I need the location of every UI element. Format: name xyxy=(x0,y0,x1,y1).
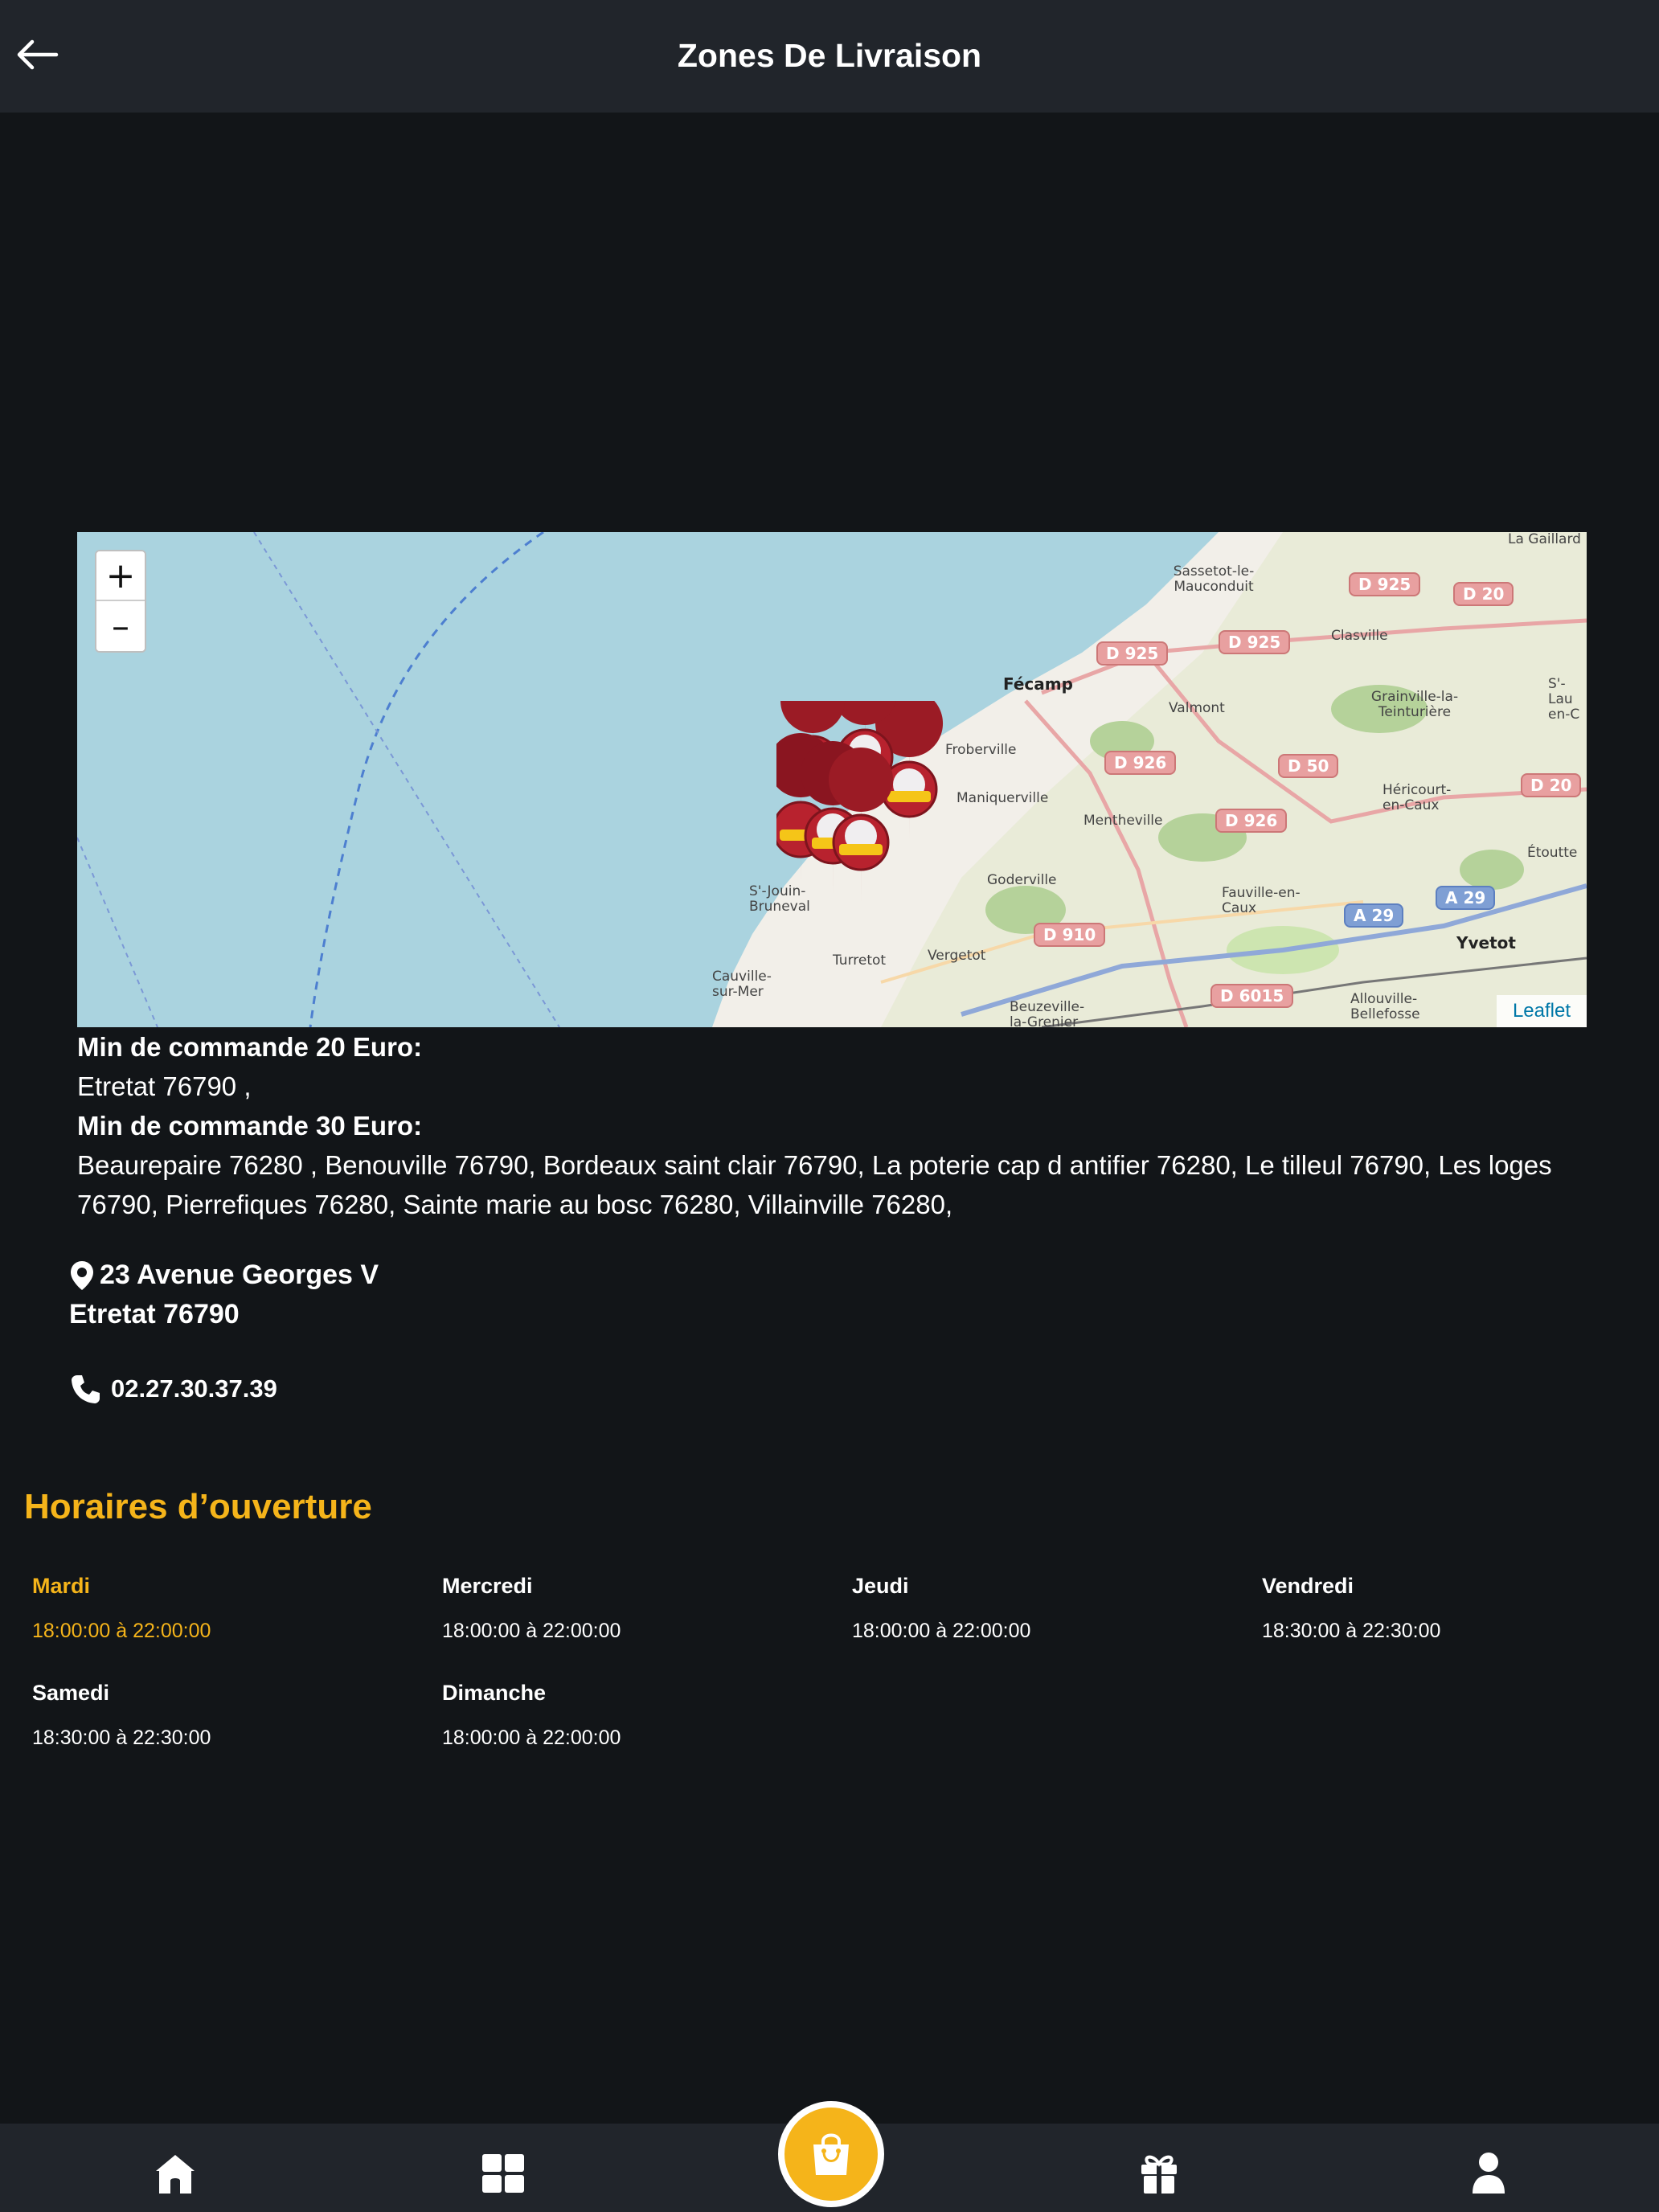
day-time: 18:00:00 à 22:00:00 xyxy=(32,1620,211,1642)
map-place-label: Vergetot xyxy=(928,948,986,964)
page-title: Zones De Livraison xyxy=(677,37,982,74)
phone-icon xyxy=(72,1375,100,1403)
day-hours: Dimanche 18:00:00 à 22:00:00 xyxy=(442,1681,828,1750)
restaurant-address: 23 Avenue Georges V Etretat 76790 xyxy=(69,1256,379,1334)
day-hours: Mardi 18:00:00 à 22:00:00 xyxy=(32,1574,418,1643)
map-place-label: Beuzeville-la-Grenier xyxy=(1010,999,1085,1028)
day-time: 18:00:00 à 22:00:00 xyxy=(442,1620,621,1642)
day-name: Dimanche xyxy=(442,1681,547,1705)
phone-link[interactable]: 02.27.30.37.39 xyxy=(69,1373,277,1405)
nav-home[interactable] xyxy=(150,2148,201,2199)
day-hours: Mercredi 18:00:00 à 22:00:00 xyxy=(442,1574,828,1643)
delivery-map[interactable]: La Gaillard Sassetot-le-Mauconduit Clasv… xyxy=(77,532,1587,1027)
map-place-label: Turretot xyxy=(833,952,887,969)
nav-menu[interactable] xyxy=(477,2148,529,2199)
map-place-label: Fauville-en-Caux xyxy=(1222,885,1301,916)
address-line-2: Etretat 76790 xyxy=(69,1299,240,1329)
map-place-label: S'-Lau en-C xyxy=(1548,676,1580,723)
user-icon xyxy=(1473,2153,1505,2194)
map-place-label: Sassetot-le-Mauconduit xyxy=(1173,563,1255,595)
road-shield: D 50 xyxy=(1278,754,1339,778)
day-name: Mercredi xyxy=(442,1574,533,1598)
map-place-label: Clasville xyxy=(1331,628,1388,644)
map-place-label: Allouville-Bellefosse xyxy=(1350,991,1420,1022)
day-hours: Vendredi 18:30:00 à 22:30:00 xyxy=(1262,1574,1648,1643)
road-shield: D 910 xyxy=(1034,923,1106,947)
address-line-1: 23 Avenue Georges V xyxy=(100,1260,379,1290)
road-shield: D 20 xyxy=(1453,582,1514,606)
map-place-label: Valmont xyxy=(1169,700,1225,716)
zone-min-order-title: Min de commande 20 Euro: xyxy=(77,1032,423,1062)
zone-towns: Etretat 76790 , xyxy=(77,1071,252,1101)
day-time: 18:00:00 à 22:00:00 xyxy=(852,1620,1031,1642)
road-shield: D 925 xyxy=(1219,630,1291,654)
road-shield: D 926 xyxy=(1215,809,1288,833)
opening-hours-title: Horaires d’ouverture xyxy=(24,1487,372,1526)
map-place-label: Fécamp xyxy=(1003,674,1073,694)
pizza-presto-marker-icon[interactable] xyxy=(776,701,969,910)
map-place-label: Maniquerville xyxy=(956,790,1049,806)
home-icon xyxy=(156,2155,195,2194)
map-place-label: Grainville-la-Teinturière xyxy=(1370,689,1459,720)
day-name: Mardi xyxy=(32,1574,91,1598)
map-place-label: Yvetot xyxy=(1456,933,1516,952)
zoom-out-button[interactable]: – xyxy=(96,601,145,651)
day-hours: Samedi 18:30:00 à 22:30:00 xyxy=(32,1681,418,1750)
day-name: Vendredi xyxy=(1262,1574,1354,1598)
grid-icon xyxy=(482,2154,524,2193)
zone-towns: Beaurepaire 76280 , Benouville 76790, Bo… xyxy=(77,1150,1552,1219)
map-place-label: Mentheville xyxy=(1083,813,1163,829)
cart-button[interactable] xyxy=(778,2101,884,2207)
gift-icon xyxy=(1141,2155,1177,2194)
map-place-label: Héricourt-en-Caux xyxy=(1382,782,1452,813)
shopping-bag-icon xyxy=(813,2133,849,2175)
road-shield: A 29 xyxy=(1344,903,1404,928)
road-shield: D 925 xyxy=(1349,572,1421,596)
top-bar: Zones De Livraison xyxy=(0,0,1659,113)
day-time: 18:00:00 à 22:00:00 xyxy=(442,1727,621,1749)
map-place-label: Goderville xyxy=(987,872,1057,888)
map-place-label: Cauville-sur-Mer xyxy=(712,969,772,1000)
day-hours: Jeudi 18:00:00 à 22:00:00 xyxy=(852,1574,1238,1643)
day-time: 18:30:00 à 22:30:00 xyxy=(1262,1620,1441,1642)
road-shield: D 926 xyxy=(1104,751,1177,775)
day-name: Samedi xyxy=(32,1681,110,1705)
nav-profile[interactable] xyxy=(1463,2148,1514,2199)
day-name: Jeudi xyxy=(852,1574,909,1598)
map-place-label: Étoutte xyxy=(1527,845,1578,861)
day-time: 18:30:00 à 22:30:00 xyxy=(32,1727,211,1749)
map-place-label: La Gaillard xyxy=(1508,532,1581,547)
location-pin-icon xyxy=(71,1260,93,1290)
map-attribution-link[interactable]: Leaflet xyxy=(1496,995,1587,1027)
nav-rewards[interactable] xyxy=(1133,2148,1185,2199)
road-shield: A 29 xyxy=(1436,886,1496,910)
road-shield: D 925 xyxy=(1096,641,1169,666)
phone-number: 02.27.30.37.39 xyxy=(111,1374,277,1403)
road-shield: D 6015 xyxy=(1210,984,1294,1008)
delivery-zones: Min de commande 20 Euro: Etretat 76790 ,… xyxy=(77,1027,1604,1224)
zoom-in-button[interactable]: + xyxy=(96,551,145,601)
zoom-control: + – xyxy=(95,550,146,653)
road-shield: D 20 xyxy=(1521,773,1582,797)
zone-min-order-title: Min de commande 30 Euro: xyxy=(77,1111,423,1141)
